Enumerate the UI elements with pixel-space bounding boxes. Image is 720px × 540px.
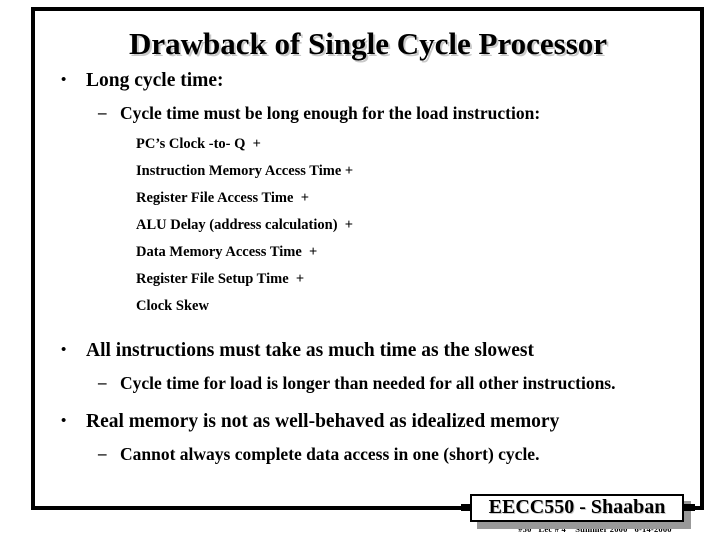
bullet-level1-long-cycle-time: • Long cycle time: — [48, 68, 688, 93]
timing-term-item: ALU Delay (address calculation) + — [136, 217, 354, 233]
bullet-dot-icon: • — [61, 342, 67, 358]
slide-body: • Long cycle time: – Cycle time must be … — [48, 68, 688, 466]
bullet-level1-all-instructions: • All instructions must take as much tim… — [48, 338, 688, 363]
bullet-level2-cycle-time-load: – Cycle time must be long enough for the… — [48, 101, 688, 125]
page-title: Drawback of Single Cycle Processor — [128, 26, 608, 61]
timing-term-item: Instruction Memory Access Time + — [136, 163, 354, 179]
timing-term-item: Register File Setup Time + — [136, 271, 305, 287]
bullet-level1-real-memory: • Real memory is not as well-behaved as … — [48, 409, 688, 434]
timing-term-item: PC’s Clock -to- Q + — [136, 136, 261, 152]
bullet-level2-cannot-always-complete: – Cannot always complete data access in … — [48, 442, 688, 466]
bullet-dash-icon: – — [98, 444, 107, 463]
bullet-dash-icon: – — [98, 373, 107, 392]
timing-term-item: Clock Skew — [136, 298, 209, 314]
bullet-level2-label: Cannot always complete data access in on… — [120, 444, 540, 464]
bullet-level1-label: Long cycle time: — [86, 70, 224, 91]
bullet-level1-label: All instructions must take as much time … — [86, 340, 534, 361]
slide-canvas: Drawback of Single Cycle Processor • Lon… — [0, 0, 720, 540]
bullet-dot-icon: • — [61, 72, 67, 88]
bullet-level2-label: Cycle time for load is longer than neede… — [120, 373, 616, 393]
bullet-dash-icon: – — [98, 103, 107, 122]
timing-term-item: Data Memory Access Time + — [136, 244, 318, 260]
bullet-level2-label: Cycle time must be long enough for the l… — [120, 103, 541, 123]
footer-stamp-label: EECC550 - Shaaban — [488, 496, 666, 518]
bullet-level1-label: Real memory is not as well-behaved as id… — [86, 411, 560, 432]
footer-stamp: EECC550 - Shaaban — [461, 494, 695, 529]
bullet-dot-icon: • — [61, 413, 67, 429]
bullet-level2-cycle-time-longer: – Cycle time for load is longer than nee… — [48, 371, 688, 395]
timing-term-item: Register File Access Time + — [136, 190, 309, 206]
